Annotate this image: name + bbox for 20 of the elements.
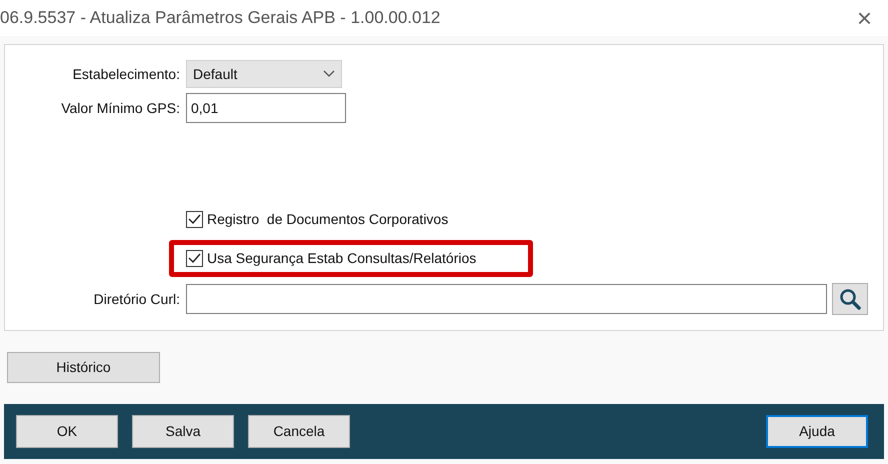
input-field[interactable]: 0,01 bbox=[186, 93, 346, 123]
dialog-button[interactable]: OK bbox=[16, 415, 118, 448]
search-button[interactable] bbox=[832, 283, 868, 315]
search-icon bbox=[839, 288, 861, 310]
checkbox-label: Usa Segurança Estab Consultas/Relatórios bbox=[207, 249, 476, 268]
dialog-button[interactable]: Ajuda bbox=[766, 415, 868, 448]
input-field[interactable] bbox=[186, 284, 827, 314]
close-button[interactable]: × bbox=[850, 5, 878, 31]
dialog-button[interactable]: Salva bbox=[132, 415, 234, 448]
dropdown[interactable]: Default bbox=[186, 60, 342, 88]
dialog-button[interactable]: Cancela bbox=[248, 415, 350, 448]
field-label: Estabelecimento: bbox=[72, 64, 181, 84]
checkbox[interactable] bbox=[186, 250, 203, 267]
history-button[interactable]: Histórico bbox=[7, 352, 160, 383]
field-label: Diretório Curl: bbox=[92, 290, 181, 308]
checkbox-label: Registro de Documentos Corporativos bbox=[207, 210, 448, 229]
window-title: 06.9.5537 - Atualiza Parâmetros Gerais APB - 1.00.00.012 bbox=[0, 7, 440, 30]
field-label: Valor Mínimo GPS: bbox=[60, 98, 181, 118]
checkbox[interactable] bbox=[186, 211, 203, 228]
chevron-down-icon bbox=[323, 70, 335, 78]
